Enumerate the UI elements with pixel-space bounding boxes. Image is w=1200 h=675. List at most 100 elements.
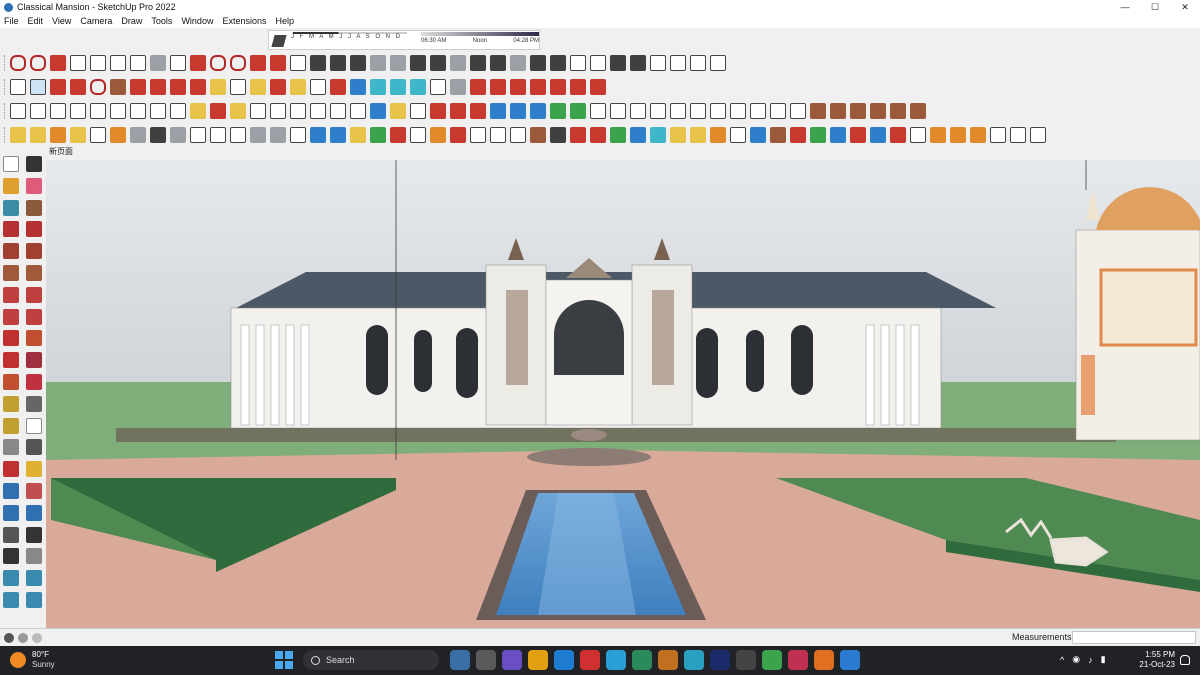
- polyline-icon[interactable]: [430, 103, 446, 119]
- three-point-arc-side-icon[interactable]: [26, 308, 42, 325]
- scene-update-icon[interactable]: [750, 103, 766, 119]
- warehouse-side-icon[interactable]: [3, 199, 19, 216]
- zoom-extents-side-icon[interactable]: [3, 504, 19, 521]
- loft-icon[interactable]: [130, 55, 146, 71]
- bezier-curve-icon[interactable]: [10, 55, 26, 71]
- 3d-text-side-icon[interactable]: [26, 439, 42, 456]
- hide-icon[interactable]: [210, 127, 226, 143]
- menu-edit[interactable]: Edit: [28, 16, 44, 26]
- dots-circle-icon[interactable]: [990, 127, 1006, 143]
- intersect-icon[interactable]: [290, 127, 306, 143]
- previous-view-side-icon[interactable]: [26, 504, 42, 521]
- push-pull-side-icon[interactable]: [26, 330, 42, 347]
- plane-green-icon[interactable]: [370, 127, 386, 143]
- cross-green-icon[interactable]: [610, 127, 626, 143]
- orbit-side-icon[interactable]: [3, 461, 19, 478]
- solid-inspector-icon[interactable]: [590, 79, 606, 95]
- tiles-icon[interactable]: [490, 55, 506, 71]
- text-side-icon[interactable]: [26, 417, 42, 434]
- dimension-side-icon[interactable]: [26, 395, 42, 412]
- measurements-input[interactable]: [1072, 631, 1196, 644]
- section-side-icon[interactable]: [26, 548, 42, 565]
- panel-icon[interactable]: [470, 127, 486, 143]
- home-icon[interactable]: [650, 55, 666, 71]
- menu-draw[interactable]: Draw: [121, 16, 142, 26]
- menu-help[interactable]: Help: [275, 16, 294, 26]
- menu-tools[interactable]: Tools: [151, 16, 172, 26]
- building-icon[interactable]: [470, 55, 486, 71]
- curve-tool-icon[interactable]: [50, 55, 66, 71]
- solid-union-icon[interactable]: [470, 79, 486, 95]
- cylinder-icon[interactable]: [270, 103, 286, 119]
- material-f-icon[interactable]: [910, 103, 926, 119]
- text-icon[interactable]: [230, 79, 246, 95]
- blue-flow-b-icon[interactable]: [870, 127, 886, 143]
- chain-icon[interactable]: [550, 127, 566, 143]
- pie-side-icon[interactable]: [3, 308, 19, 325]
- tape-side-icon[interactable]: [3, 395, 19, 412]
- magnet-icon[interactable]: [770, 127, 786, 143]
- rotate-icon[interactable]: [170, 79, 186, 95]
- shell-icon[interactable]: [150, 55, 166, 71]
- fillet-box-icon[interactable]: [290, 55, 306, 71]
- ellipse-icon[interactable]: [330, 103, 346, 119]
- eraser-icon[interactable]: [50, 79, 66, 95]
- offset-side-icon[interactable]: [26, 373, 42, 390]
- make-component-icon[interactable]: [26, 156, 42, 172]
- document-icon[interactable]: [510, 127, 526, 143]
- axes-icon[interactable]: [10, 127, 26, 143]
- solid-trim-icon[interactable]: [510, 79, 526, 95]
- right-view-icon[interactable]: [70, 103, 86, 119]
- scale-icon[interactable]: [190, 79, 206, 95]
- cross-plus-icon[interactable]: [590, 127, 606, 143]
- zoom-window-side-icon[interactable]: [26, 482, 42, 499]
- fillet-icon[interactable]: [210, 55, 226, 71]
- shadow-settings-toolbar[interactable]: J F M A M J J A S O N D 06:30 AM Noon 04…: [268, 30, 540, 50]
- section-fill-icon[interactable]: [530, 103, 546, 119]
- close-button[interactable]: ✕: [1170, 0, 1200, 14]
- back-view-icon[interactable]: [90, 103, 106, 119]
- app-mail-icon[interactable]: [684, 650, 704, 670]
- red-square-icon[interactable]: [890, 127, 906, 143]
- shaded-icon[interactable]: [190, 103, 206, 119]
- offset-icon[interactable]: [90, 55, 106, 71]
- line-side-icon[interactable]: [3, 221, 19, 238]
- move-icon[interactable]: [150, 79, 166, 95]
- arc-tool-icon[interactable]: [70, 55, 86, 71]
- protractor-icon[interactable]: [50, 127, 66, 143]
- arc-side-icon[interactable]: [3, 286, 19, 303]
- capsule-icon[interactable]: [350, 103, 366, 119]
- tray-chevron-icon[interactable]: ^: [1060, 655, 1064, 665]
- solid-split-icon[interactable]: [550, 79, 566, 95]
- curve-edit-icon[interactable]: [450, 103, 466, 119]
- scene-add-icon[interactable]: [730, 103, 746, 119]
- spline-icon[interactable]: [30, 55, 46, 71]
- zoom-icon[interactable]: [310, 79, 326, 95]
- plane-yellow-icon[interactable]: [350, 127, 366, 143]
- smoove-icon[interactable]: [590, 103, 606, 119]
- credits-icon[interactable]: [18, 632, 28, 643]
- section-plane-icon[interactable]: [490, 103, 506, 119]
- grid-icon[interactable]: [90, 127, 106, 143]
- eraser-side-icon[interactable]: [26, 177, 42, 194]
- maximize-button[interactable]: ☐: [1140, 0, 1170, 14]
- taskbar-search[interactable]: Search: [303, 650, 439, 670]
- notification-bell-icon[interactable]: [1180, 655, 1190, 665]
- chrome-icon[interactable]: [762, 650, 782, 670]
- push-pull-icon[interactable]: [130, 79, 146, 95]
- taskbar-clock[interactable]: 1:55 PM 21-Oct-23: [1139, 650, 1175, 670]
- axes-side-icon[interactable]: [3, 439, 19, 456]
- edge-icon[interactable]: [554, 650, 574, 670]
- red-flow-icon[interactable]: [850, 127, 866, 143]
- solid-subtract-icon[interactable]: [490, 79, 506, 95]
- battery-icon[interactable]: ▮: [1101, 654, 1106, 665]
- flip-edge-icon[interactable]: [670, 103, 686, 119]
- widgets-icon[interactable]: [476, 650, 496, 670]
- material-c-icon[interactable]: [850, 103, 866, 119]
- look-around-side-icon[interactable]: [26, 526, 42, 543]
- warehouse-icon[interactable]: [610, 55, 626, 71]
- sweep-icon[interactable]: [170, 55, 186, 71]
- telegram-icon[interactable]: [606, 650, 626, 670]
- menu-file[interactable]: File: [4, 16, 19, 26]
- triangle-yellow-icon[interactable]: [670, 127, 686, 143]
